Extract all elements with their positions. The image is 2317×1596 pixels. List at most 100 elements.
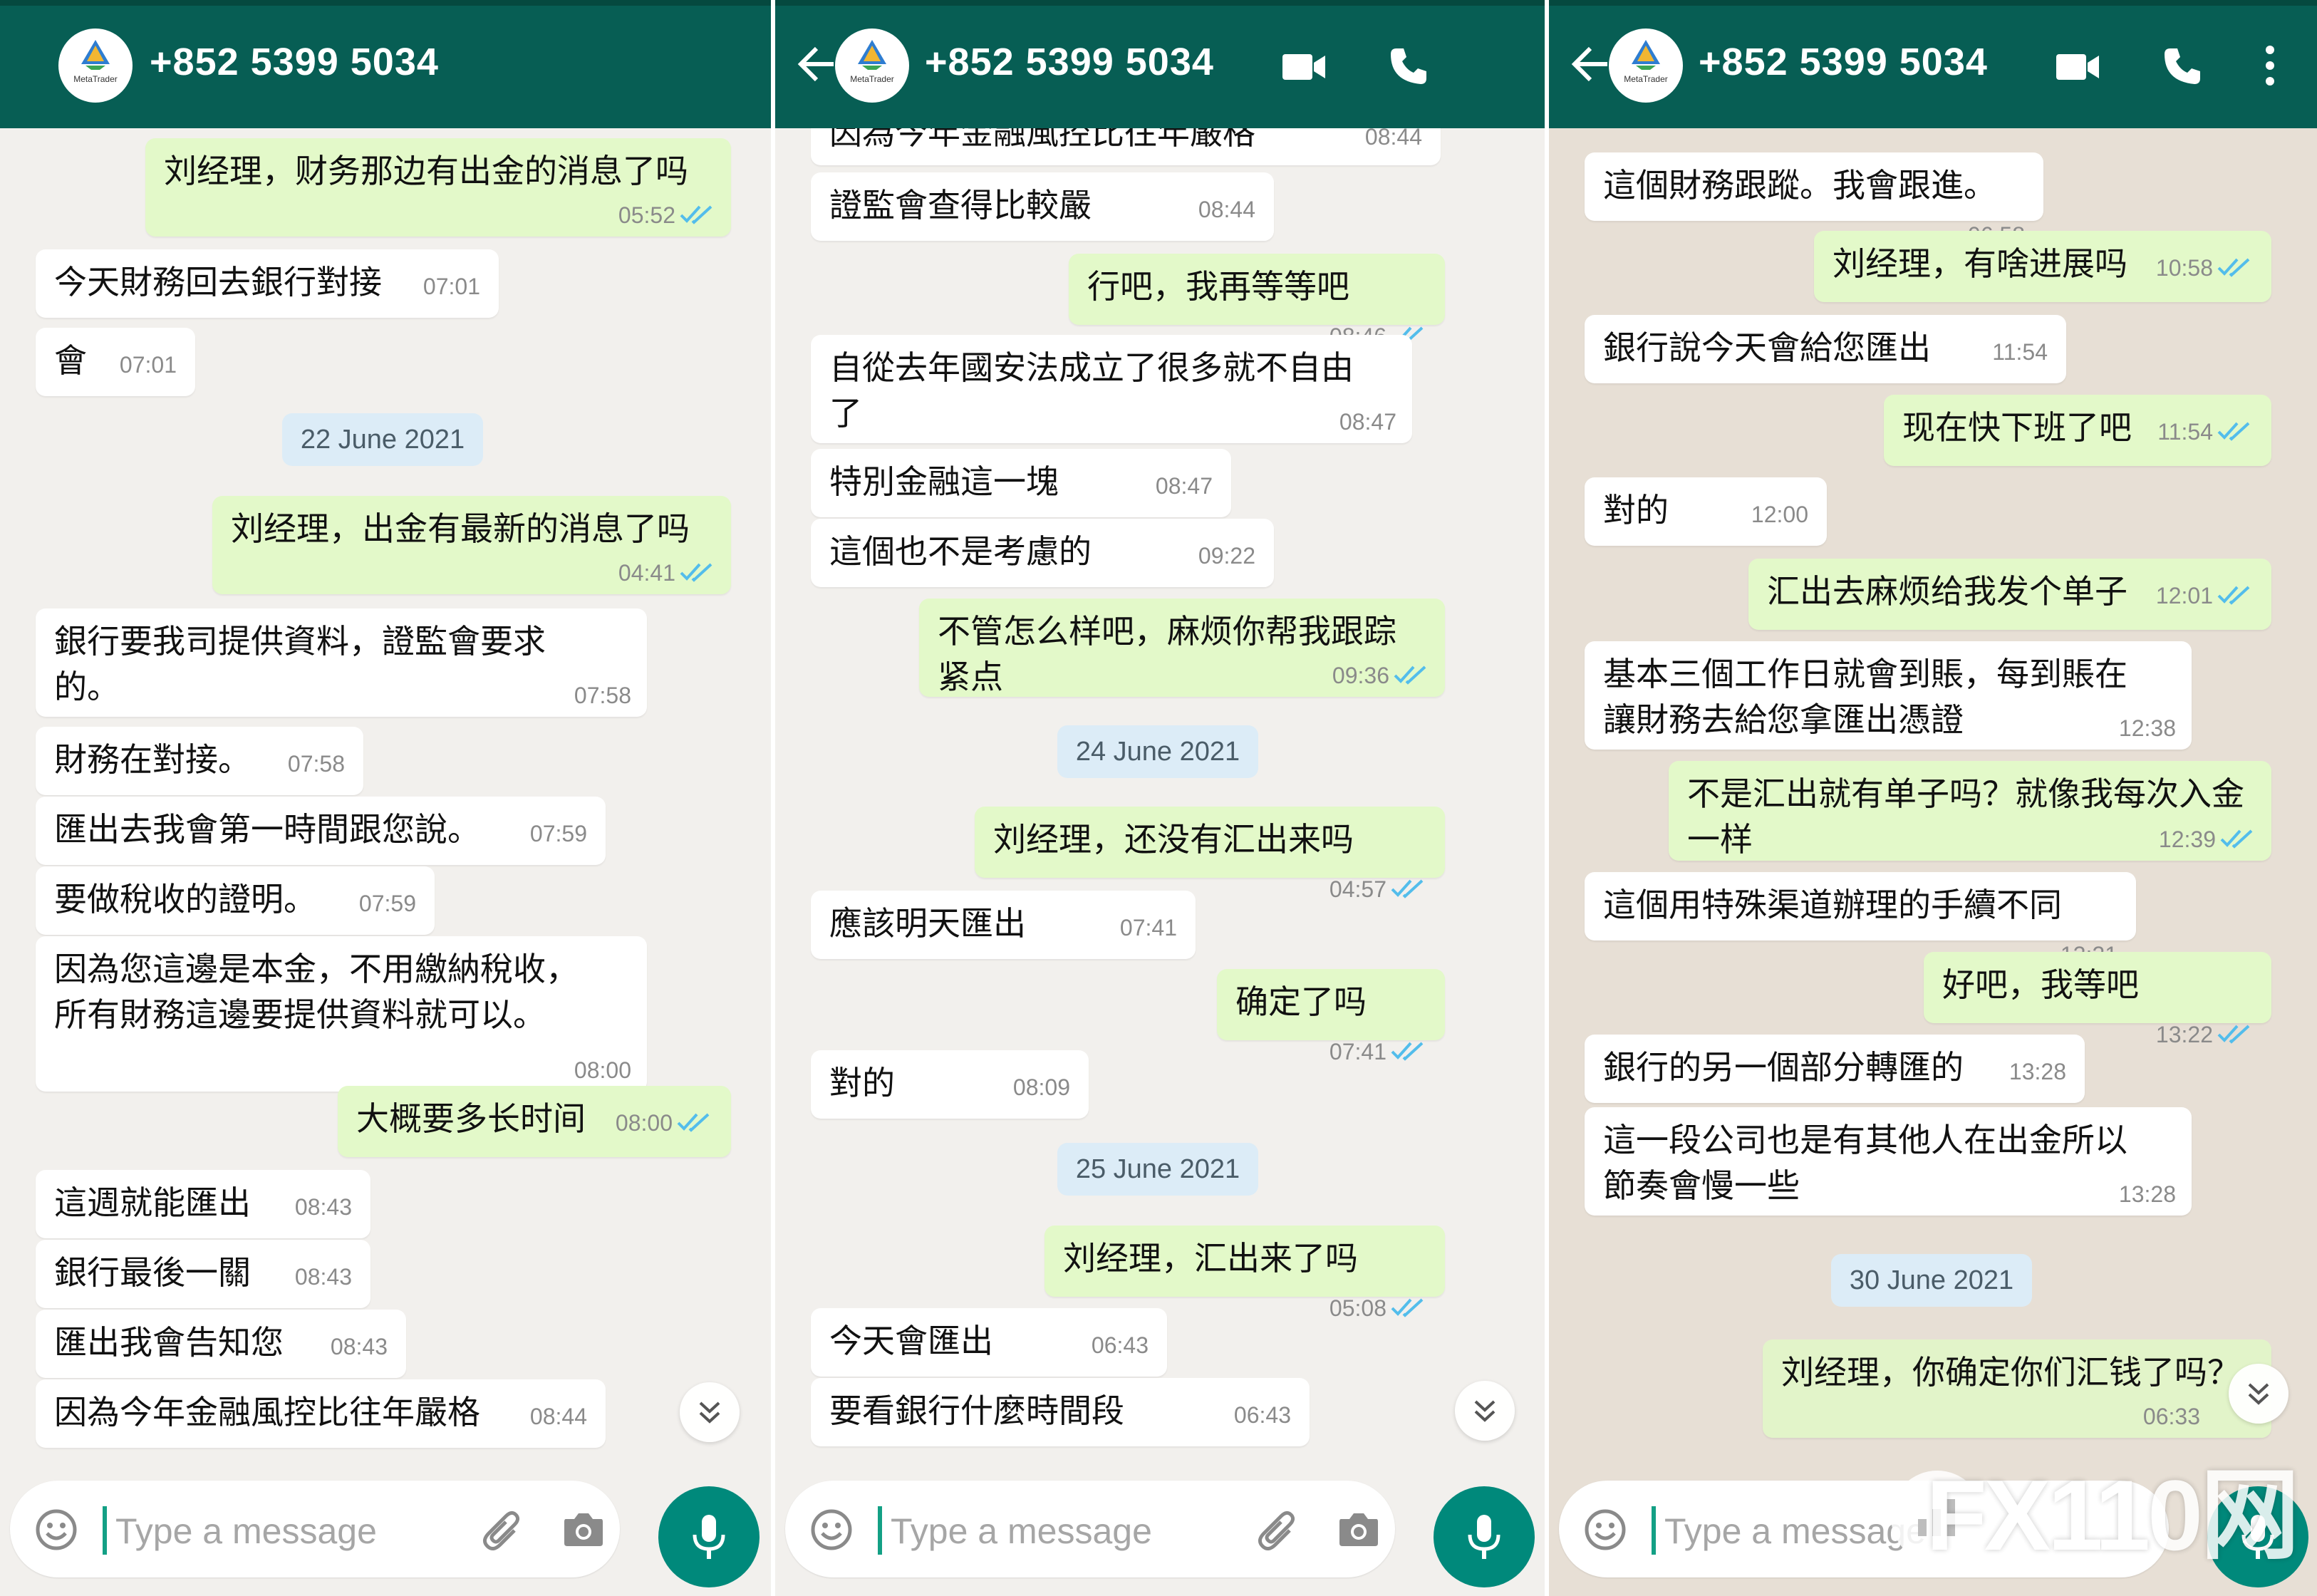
message-outgoing[interactable]: 不管怎么样吧，麻烦你帮我跟踪紧点 09:36 — [919, 598, 1445, 697]
video-call-icon[interactable] — [1281, 51, 1327, 83]
back-arrow-icon[interactable] — [1569, 41, 1612, 87]
emoji-icon[interactable] — [34, 1508, 78, 1552]
message-incoming[interactable]: 因為今年金融風控比往年嚴格 08:44 — [36, 1379, 606, 1448]
scroll-down-button[interactable] — [2229, 1364, 2289, 1424]
read-ticks-icon — [2217, 586, 2250, 605]
message-time: 05:52 — [618, 201, 715, 229]
chat-panel-1: MetaTrader +852 5399 5034 刘经理，财务那边有出金的消息… — [0, 0, 771, 1596]
message-incoming[interactable]: 匯出去我會第一時間跟您說。 07:59 — [36, 797, 606, 865]
contact-avatar[interactable]: MetaTrader — [1609, 28, 1683, 103]
scroll-down-button[interactable] — [680, 1382, 740, 1442]
composer — [0, 1461, 771, 1596]
message-text: 大概要多长时间 — [356, 1099, 586, 1138]
message-incoming[interactable]: 要看銀行什麼時間段 06:43 — [811, 1378, 1310, 1446]
watermark-text: FX110网 — [1926, 1459, 2300, 1571]
message-outgoing[interactable]: 大概要多长时间 08:00 — [338, 1086, 731, 1157]
mic-button[interactable] — [1434, 1486, 1535, 1587]
attach-icon[interactable] — [1255, 1506, 1298, 1553]
message-text: 銀行要我司提供資料，證監會要求的。 — [54, 622, 546, 706]
double-chevron-down-icon — [2248, 1383, 2269, 1405]
message-outgoing[interactable]: 刘经理，出金有最新的消息了吗 04:41 — [212, 496, 731, 594]
emoji-icon[interactable] — [1583, 1508, 1627, 1552]
read-ticks-icon — [1391, 879, 1424, 898]
message-incoming[interactable]: 銀行最後一關 08:43 — [36, 1240, 370, 1308]
message-incoming[interactable]: 今天財務回去銀行對接 07:01 — [36, 249, 499, 318]
message-outgoing[interactable]: 行吧，我再等等吧 08:46 — [1069, 254, 1445, 349]
message-time: 07:59 — [529, 821, 587, 846]
emoji-icon[interactable] — [809, 1508, 854, 1552]
message-text: 不管怎么样吧，麻烦你帮我跟踪紧点 — [938, 612, 1396, 696]
message-time: 12:00 — [1751, 502, 1808, 527]
message-incoming[interactable]: 今天會匯出 06:43 — [811, 1308, 1167, 1377]
contact-name[interactable]: +852 5399 5034 — [150, 40, 439, 84]
message-outgoing[interactable]: 现在快下班了吧 11:54 — [1884, 395, 2271, 466]
back-arrow-icon[interactable] — [795, 41, 838, 87]
message-text: 好吧，我等吧 — [1942, 965, 2139, 1004]
camera-icon[interactable] — [561, 1509, 606, 1549]
mic-button[interactable] — [658, 1486, 760, 1587]
message-text: 要做稅收的證明。 — [54, 880, 316, 918]
message-outgoing[interactable]: 刘经理，有啥进展吗 10:58 — [1814, 231, 2271, 302]
phone-call-icon[interactable] — [2162, 46, 2203, 87]
metatrader-logo-icon — [858, 40, 886, 70]
message-incoming[interactable]: 銀行說今天會給您匯出 11:54 — [1585, 315, 2066, 383]
message-list[interactable]: 刘经理，财务那边有出金的消息了吗 05:52 今天財務回去銀行對接 07:01 會… — [0, 128, 771, 1461]
message-incoming[interactable]: 因為您這邊是本金，不用繳納稅收，所有財務這邊要提供資料就可以。 08:00 — [36, 936, 647, 1092]
video-call-icon[interactable] — [2055, 51, 2100, 83]
message-text: 財務在對接。 — [54, 740, 251, 779]
message-incoming[interactable]: 基本三個工作日就會到賬，每到賬在讓財務去給您拿匯出憑證 12:38 — [1585, 641, 2192, 750]
message-outgoing[interactable]: 汇出去麻烦给我发个单子 12:01 — [1748, 559, 2271, 630]
message-outgoing[interactable]: 刘经理，你确定你们汇钱了吗？ 06:33 — [1763, 1340, 2271, 1438]
message-incoming[interactable]: 這個財務跟蹤。我會跟進。06:58 — [1585, 152, 2043, 248]
phone-call-icon[interactable] — [1388, 46, 1429, 87]
message-text: 會 — [54, 341, 87, 380]
message-text: 這一段公司也是有其他人在出金所以節奏會慢一些 — [1603, 1121, 2127, 1205]
message-time: 08:43 — [330, 1334, 388, 1359]
message-list[interactable]: 因為今年金融風控比往年嚴格 08:44 證監會查得比較嚴 08:44 行吧，我再等等… — [775, 128, 1545, 1461]
attach-icon[interactable] — [480, 1506, 523, 1553]
message-incoming[interactable]: 這個用特殊渠道辦理的手續不同13:21 — [1585, 872, 2136, 968]
contact-name[interactable]: +852 5399 5034 — [1699, 40, 1988, 84]
message-time: 13:28 — [2118, 1181, 2176, 1207]
message-time: 07:01 — [119, 352, 177, 378]
message-incoming[interactable]: 因為今年金融風控比往年嚴格 08:44 — [811, 128, 1441, 165]
message-time: 08:00 — [616, 1109, 712, 1137]
message-input[interactable] — [114, 1502, 430, 1560]
message-input-bar[interactable] — [10, 1481, 620, 1577]
read-ticks-icon — [1391, 1042, 1424, 1061]
message-incoming[interactable]: 證監會查得比較嚴 08:44 — [811, 172, 1274, 241]
message-incoming[interactable]: 這週就能匯出 08:43 — [36, 1170, 370, 1238]
message-outgoing[interactable]: 刘经理，汇出来了吗 05:08 — [1045, 1226, 1445, 1321]
message-incoming[interactable]: 對的 08:09 — [811, 1050, 1089, 1119]
message-incoming[interactable]: 要做稅收的證明。 07:59 — [36, 866, 435, 935]
message-incoming[interactable]: 自從去年國安法成立了很多就不自由了 08:47 — [811, 335, 1412, 443]
chat-header: MetaTrader +852 5399 5034 — [1549, 0, 2317, 128]
message-incoming[interactable]: 特別金融這一塊 08:47 — [811, 449, 1231, 517]
message-incoming[interactable]: 銀行的另一個部分轉匯的 13:28 — [1585, 1035, 2085, 1103]
camera-icon[interactable] — [1337, 1509, 1381, 1549]
more-options-icon[interactable] — [2263, 43, 2277, 88]
contact-avatar[interactable]: MetaTrader — [835, 28, 909, 103]
message-text: 特別金融這一塊 — [829, 462, 1059, 501]
message-time: 08:44 — [1198, 197, 1255, 222]
scroll-down-button[interactable] — [1455, 1381, 1515, 1441]
message-incoming[interactable]: 財務在對接。 07:58 — [36, 727, 363, 795]
message-outgoing[interactable]: 刘经理，还没有汇出来吗 04:57 — [975, 807, 1445, 902]
message-input[interactable] — [889, 1502, 1206, 1560]
message-incoming[interactable]: 這一段公司也是有其他人在出金所以節奏會慢一些 13:28 — [1585, 1107, 2192, 1216]
message-outgoing[interactable]: 好吧，我等吧 13:22 — [1924, 952, 2271, 1047]
message-outgoing[interactable]: 刘经理，财务那边有出金的消息了吗 05:52 — [145, 138, 731, 237]
contact-avatar[interactable]: MetaTrader — [58, 28, 133, 103]
message-outgoing[interactable]: 不是汇出就有单子吗？就像我每次入金一样 12:39 — [1669, 761, 2271, 861]
message-incoming[interactable]: 銀行要我司提供資料，證監會要求的。 07:58 — [36, 608, 647, 717]
message-incoming[interactable]: 對的 12:00 — [1585, 477, 1827, 546]
message-incoming[interactable]: 應該明天匯出 07:41 — [811, 891, 1196, 959]
message-list[interactable]: 這個財務跟蹤。我會跟進。06:58 刘经理，有啥进展吗 10:58 銀行說今天會… — [1549, 128, 2317, 1461]
message-text: 刘经理，出金有最新的消息了吗 — [231, 509, 690, 548]
message-input-bar[interactable] — [785, 1481, 1395, 1577]
message-incoming[interactable]: 這個也不是考慮的 09:22 — [811, 519, 1274, 587]
message-outgoing[interactable]: 确定了吗 07:41 — [1217, 969, 1445, 1064]
message-incoming[interactable]: 會 07:01 — [36, 328, 195, 396]
contact-name[interactable]: +852 5399 5034 — [925, 40, 1214, 84]
message-incoming[interactable]: 匯出我會告知您 08:43 — [36, 1310, 406, 1378]
